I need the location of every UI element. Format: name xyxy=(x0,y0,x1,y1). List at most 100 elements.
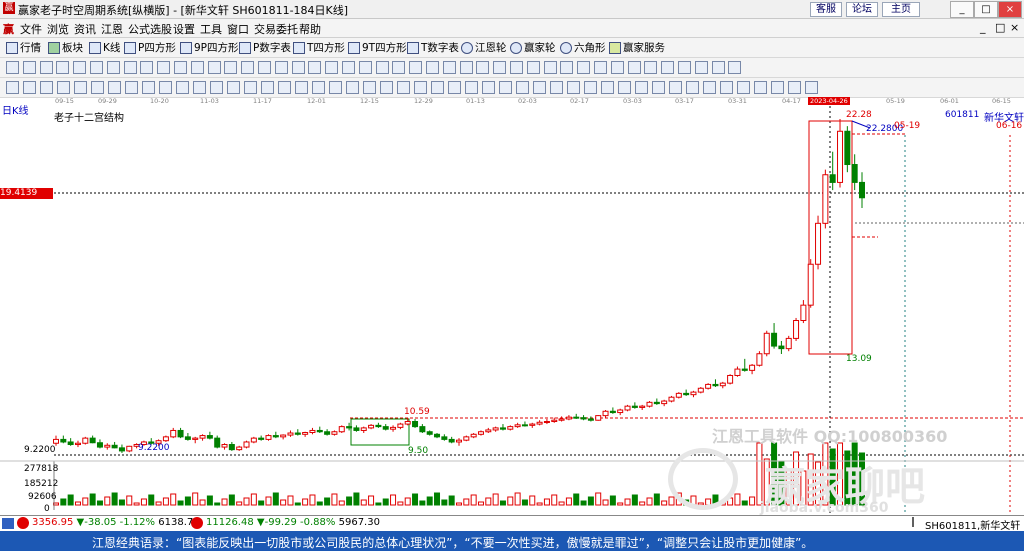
toolbar3-tool-icon[interactable] xyxy=(312,81,325,94)
toolbar2-tool-icon[interactable] xyxy=(241,61,255,74)
toolbar3-tool-icon[interactable] xyxy=(346,81,359,94)
toolbar2-tool-icon[interactable] xyxy=(73,61,87,74)
toolbar2-tool-icon[interactable] xyxy=(577,61,591,74)
toolbar2-tool-icon[interactable] xyxy=(224,61,238,74)
toolbar2-tool-icon[interactable] xyxy=(342,61,355,74)
toolbar2-tool-icon[interactable] xyxy=(728,61,742,74)
toolbar2-tool-icon[interactable] xyxy=(627,61,641,74)
toolbar2-tool-icon[interactable] xyxy=(459,61,473,74)
toolbar2-tool-icon[interactable] xyxy=(140,61,154,74)
toolbar3-tool-icon[interactable] xyxy=(159,81,172,94)
winner-wheel-button[interactable]: 赢家轮 xyxy=(510,40,556,55)
toolbar3-tool-icon[interactable] xyxy=(125,81,138,94)
toolbar3-tool-icon[interactable] xyxy=(482,81,495,94)
toolbar3-tool-icon[interactable] xyxy=(448,81,461,94)
toolbar3-tool-icon[interactable] xyxy=(550,81,563,94)
toolbar3-tool-icon[interactable] xyxy=(652,81,665,94)
toolbar3-tool-icon[interactable] xyxy=(788,81,801,94)
toolbar3-tool-icon[interactable] xyxy=(414,81,427,94)
menu-file[interactable]: 文件 xyxy=(20,21,42,37)
toolbar3-tool-icon[interactable] xyxy=(754,81,767,94)
mdi-close-button[interactable]: × xyxy=(1010,21,1019,34)
service-link[interactable]: 客服 xyxy=(810,2,842,17)
toolbar2-tool-icon[interactable] xyxy=(358,61,372,74)
menu-help[interactable]: 帮助 xyxy=(299,21,321,37)
toolbar2-tool-icon[interactable] xyxy=(442,61,456,74)
winner-service-button[interactable]: 赢家服务 xyxy=(609,40,665,55)
toolbar2-tool-icon[interactable] xyxy=(610,61,624,74)
maximize-button[interactable]: □ xyxy=(974,1,998,18)
toolbar2-tool-icon[interactable] xyxy=(207,61,221,74)
toolbar2-tool-icon[interactable] xyxy=(476,61,490,74)
toolbar3-tool-icon[interactable] xyxy=(669,81,682,94)
toolbar2-tool-icon[interactable] xyxy=(543,61,557,74)
toolbar3-tool-icon[interactable] xyxy=(176,81,189,94)
toolbar3-tool-icon[interactable] xyxy=(635,81,648,94)
toolbar2-tool-icon[interactable] xyxy=(56,61,70,74)
toolbar2-tool-icon[interactable] xyxy=(274,61,288,74)
toolbar3-tool-icon[interactable] xyxy=(567,81,580,94)
toolbar3-tool-icon[interactable] xyxy=(227,81,240,94)
toolbar3-tool-icon[interactable] xyxy=(91,81,104,94)
toolbar3-tool-icon[interactable] xyxy=(737,81,750,94)
toolbar2-tool-icon[interactable] xyxy=(409,61,423,74)
quote-button[interactable]: 行情 xyxy=(6,40,41,55)
toolbar3-tool-icon[interactable] xyxy=(584,81,597,94)
toolbar2-tool-icon[interactable] xyxy=(711,61,725,74)
toolbar3-tool-icon[interactable] xyxy=(57,81,70,94)
menu-browse[interactable]: 浏览 xyxy=(47,21,69,37)
toolbar3-tool-icon[interactable] xyxy=(499,81,512,94)
toolbar3-tool-icon[interactable] xyxy=(720,81,733,94)
p-square-button[interactable]: P四方形 xyxy=(124,40,176,55)
toolbar2-tool-icon[interactable] xyxy=(560,61,574,74)
toolbar3-tool-icon[interactable] xyxy=(618,81,631,94)
toolbar3-tool-icon[interactable] xyxy=(686,81,699,94)
toolbar3-tool-icon[interactable] xyxy=(380,81,393,94)
toolbar2-tool-icon[interactable] xyxy=(526,61,540,74)
toolbar3-tool-icon[interactable] xyxy=(516,81,529,94)
toolbar3-tool-icon[interactable] xyxy=(431,81,444,94)
kline-button[interactable]: K线 xyxy=(89,40,120,55)
toolbar3-tool-icon[interactable] xyxy=(74,81,87,94)
toolbar3-tool-icon[interactable] xyxy=(533,81,546,94)
toolbar2-tool-icon[interactable] xyxy=(90,61,103,74)
toolbar3-tool-icon[interactable] xyxy=(210,81,223,94)
toolbar3-tool-icon[interactable] xyxy=(108,81,121,94)
menu-settings[interactable]: 设置 xyxy=(173,21,195,37)
toolbar3-tool-icon[interactable] xyxy=(329,81,342,94)
toolbar2-tool-icon[interactable] xyxy=(106,61,120,74)
toolbar3-tool-icon[interactable] xyxy=(40,81,53,94)
toolbar3-tool-icon[interactable] xyxy=(261,81,274,94)
toolbar3-tool-icon[interactable] xyxy=(805,81,818,94)
toolbar2-tool-icon[interactable] xyxy=(694,61,708,74)
toolbar3-tool-icon[interactable] xyxy=(771,81,784,94)
t-square-button[interactable]: T四方形 xyxy=(293,40,345,55)
toolbar2-tool-icon[interactable] xyxy=(258,61,271,74)
mdi-restore-button[interactable]: □ xyxy=(995,21,1005,34)
toolbar2-tool-icon[interactable] xyxy=(375,61,389,74)
toolbar2-tool-icon[interactable] xyxy=(157,61,171,74)
toolbar3-tool-icon[interactable] xyxy=(193,81,206,94)
layout-icon[interactable] xyxy=(2,518,14,529)
toolbar2-tool-icon[interactable] xyxy=(594,61,607,74)
gann-wheel-button[interactable]: 江恩轮 xyxy=(461,40,507,55)
shenzhen-index[interactable]: 11126.48 ▼-99.29 -0.88% 5967.30 xyxy=(206,517,380,528)
menu-window[interactable]: 窗口 xyxy=(227,21,249,37)
toolbar2-tool-icon[interactable] xyxy=(325,61,339,74)
toolbar3-tool-icon[interactable] xyxy=(295,81,308,94)
toolbar2-tool-icon[interactable] xyxy=(644,61,658,74)
toolbar2-tool-icon[interactable] xyxy=(392,61,406,74)
toolbar2-tool-icon[interactable] xyxy=(190,61,204,74)
toolbar2-tool-icon[interactable] xyxy=(510,61,523,74)
toolbar2-tool-icon[interactable] xyxy=(661,61,675,74)
sector-button[interactable]: 板块 xyxy=(48,40,83,55)
close-button[interactable]: × xyxy=(998,1,1022,18)
toolbar3-tool-icon[interactable] xyxy=(703,81,716,94)
toolbar3-tool-icon[interactable] xyxy=(397,81,410,94)
toolbar3-tool-icon[interactable] xyxy=(363,81,376,94)
hexagon-button[interactable]: 六角形 xyxy=(560,40,606,55)
toolbar2-tool-icon[interactable] xyxy=(6,61,19,74)
toolbar2-tool-icon[interactable] xyxy=(426,61,439,74)
toolbar2-tool-icon[interactable] xyxy=(174,61,187,74)
menu-tools[interactable]: 工具 xyxy=(200,21,222,37)
